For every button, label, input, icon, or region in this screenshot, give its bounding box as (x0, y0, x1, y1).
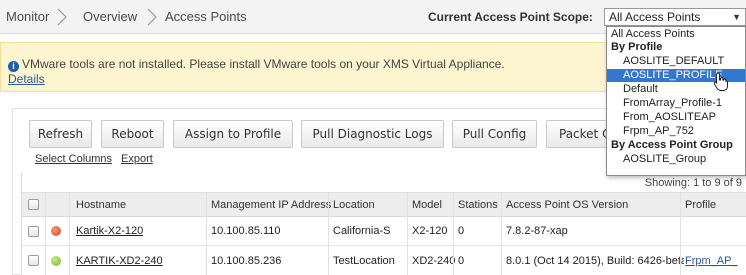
showing-count: Showing: 1 to 9 of 9 (644, 177, 742, 189)
column-divider (680, 193, 681, 275)
location-cell: TestLocation (333, 254, 395, 267)
status-indicator (51, 217, 61, 245)
header-hostname[interactable]: Hostname (76, 193, 126, 216)
stations-cell: 0 (458, 254, 465, 267)
table-row: KARTIK-XD2-240 10.100.85.236 TestLocatio… (22, 246, 746, 275)
header-profile[interactable]: Profile (685, 193, 716, 216)
header-os-version[interactable]: Access Point OS Version (506, 193, 628, 216)
optgroup-by-profile: By Profile (611, 41, 663, 53)
column-divider (407, 193, 408, 275)
pull-diagnostic-logs-button[interactable]: Pull Diagnostic Logs (301, 120, 444, 148)
chevron-down-icon: ▼ (732, 12, 741, 22)
option-from-aosliteap[interactable]: From_AOSLITEAP (607, 111, 745, 124)
column-divider (501, 193, 502, 275)
os-version-cell: 8.0.1 (Oct 14 2015), Build: 6426-beta (506, 254, 684, 267)
chevron-right-icon (147, 8, 157, 26)
breadcrumb-access-points: Access Points (165, 9, 247, 24)
header-location[interactable]: Location (333, 193, 375, 216)
column-divider (453, 193, 454, 275)
export-link[interactable]: Export (121, 153, 153, 165)
option-aoslite-group[interactable]: AOSLITE_Group (607, 153, 745, 166)
hostname-link[interactable]: Kartik-X2-120 (76, 217, 143, 245)
model-cell: XD2-240 (412, 254, 456, 267)
option-aoslite-default[interactable]: AOSLITE_DEFAULT (607, 55, 745, 68)
status-indicator (51, 246, 61, 275)
row-checkbox[interactable] (28, 246, 39, 275)
stations-cell: 0 (458, 225, 465, 237)
alert-message: VMware tools are not installed. Please i… (22, 57, 505, 71)
scope-label: Current Access Point Scope: (428, 10, 593, 24)
profile-link[interactable]: Frpm_AP_ (685, 246, 738, 275)
table-header-row: Hostname Management IP Address Location … (22, 193, 746, 217)
select-columns-link[interactable]: Select Columns (35, 153, 112, 165)
column-divider (206, 193, 207, 275)
scope-selected-value: All Access Points (609, 10, 701, 24)
scope-dropdown-list: All Access Points By Profile AOSLITE_DEF… (606, 26, 746, 176)
mgmt-ip-cell: 10.100.85.110 (211, 225, 281, 237)
status-dot (51, 226, 61, 236)
option-all-access-points[interactable]: All Access Points (607, 28, 745, 41)
column-divider (69, 193, 70, 275)
pull-config-button[interactable]: Pull Config (452, 120, 537, 148)
refresh-button[interactable]: Refresh (29, 120, 92, 148)
option-frpm-ap-752[interactable]: Frpm_AP_752 (607, 125, 745, 138)
breadcrumb-overview[interactable]: Overview (83, 0, 137, 34)
alert-message-row: i VMware tools are not installed. Please … (8, 57, 505, 72)
hostname-link[interactable]: KARTIK-XD2-240 (76, 246, 163, 275)
option-fromarray-profile-1[interactable]: FromArray_Profile-1 (607, 97, 745, 110)
chevron-right-icon (57, 8, 67, 26)
info-icon: i (8, 61, 19, 72)
header-stations[interactable]: Stations (458, 193, 498, 216)
model-cell: X2-120 (412, 225, 448, 237)
table-row: Kartik-X2-120 10.100.85.110 California-S… (22, 217, 746, 246)
select-all-checkbox[interactable] (28, 193, 39, 216)
column-divider (45, 193, 46, 275)
assign-to-profile-button[interactable]: Assign to Profile (173, 120, 293, 148)
os-version-cell: 7.8.2-87-xap (506, 225, 568, 237)
header-model[interactable]: Model (412, 193, 442, 216)
access-points-table: Showing: 1 to 9 of 9 Hostname Management… (21, 173, 746, 275)
alert-details-link[interactable]: Details (8, 72, 45, 86)
header-mgmt-ip[interactable]: Management IP Address (211, 193, 331, 216)
table-info-row: Showing: 1 to 9 of 9 (22, 173, 746, 193)
row-checkbox[interactable] (28, 217, 39, 245)
column-divider (328, 193, 329, 275)
location-cell: California-S (333, 225, 391, 237)
hand-cursor-icon (713, 72, 728, 91)
breadcrumb-monitor[interactable]: Monitor (6, 0, 49, 34)
reboot-button[interactable]: Reboot (101, 120, 164, 148)
scope-select[interactable]: All Access Points ▼ (604, 8, 746, 26)
optgroup-by-access-point-group: By Access Point Group (611, 139, 733, 151)
mgmt-ip-cell: 10.100.85.236 (211, 254, 282, 267)
status-dot (51, 255, 61, 266)
